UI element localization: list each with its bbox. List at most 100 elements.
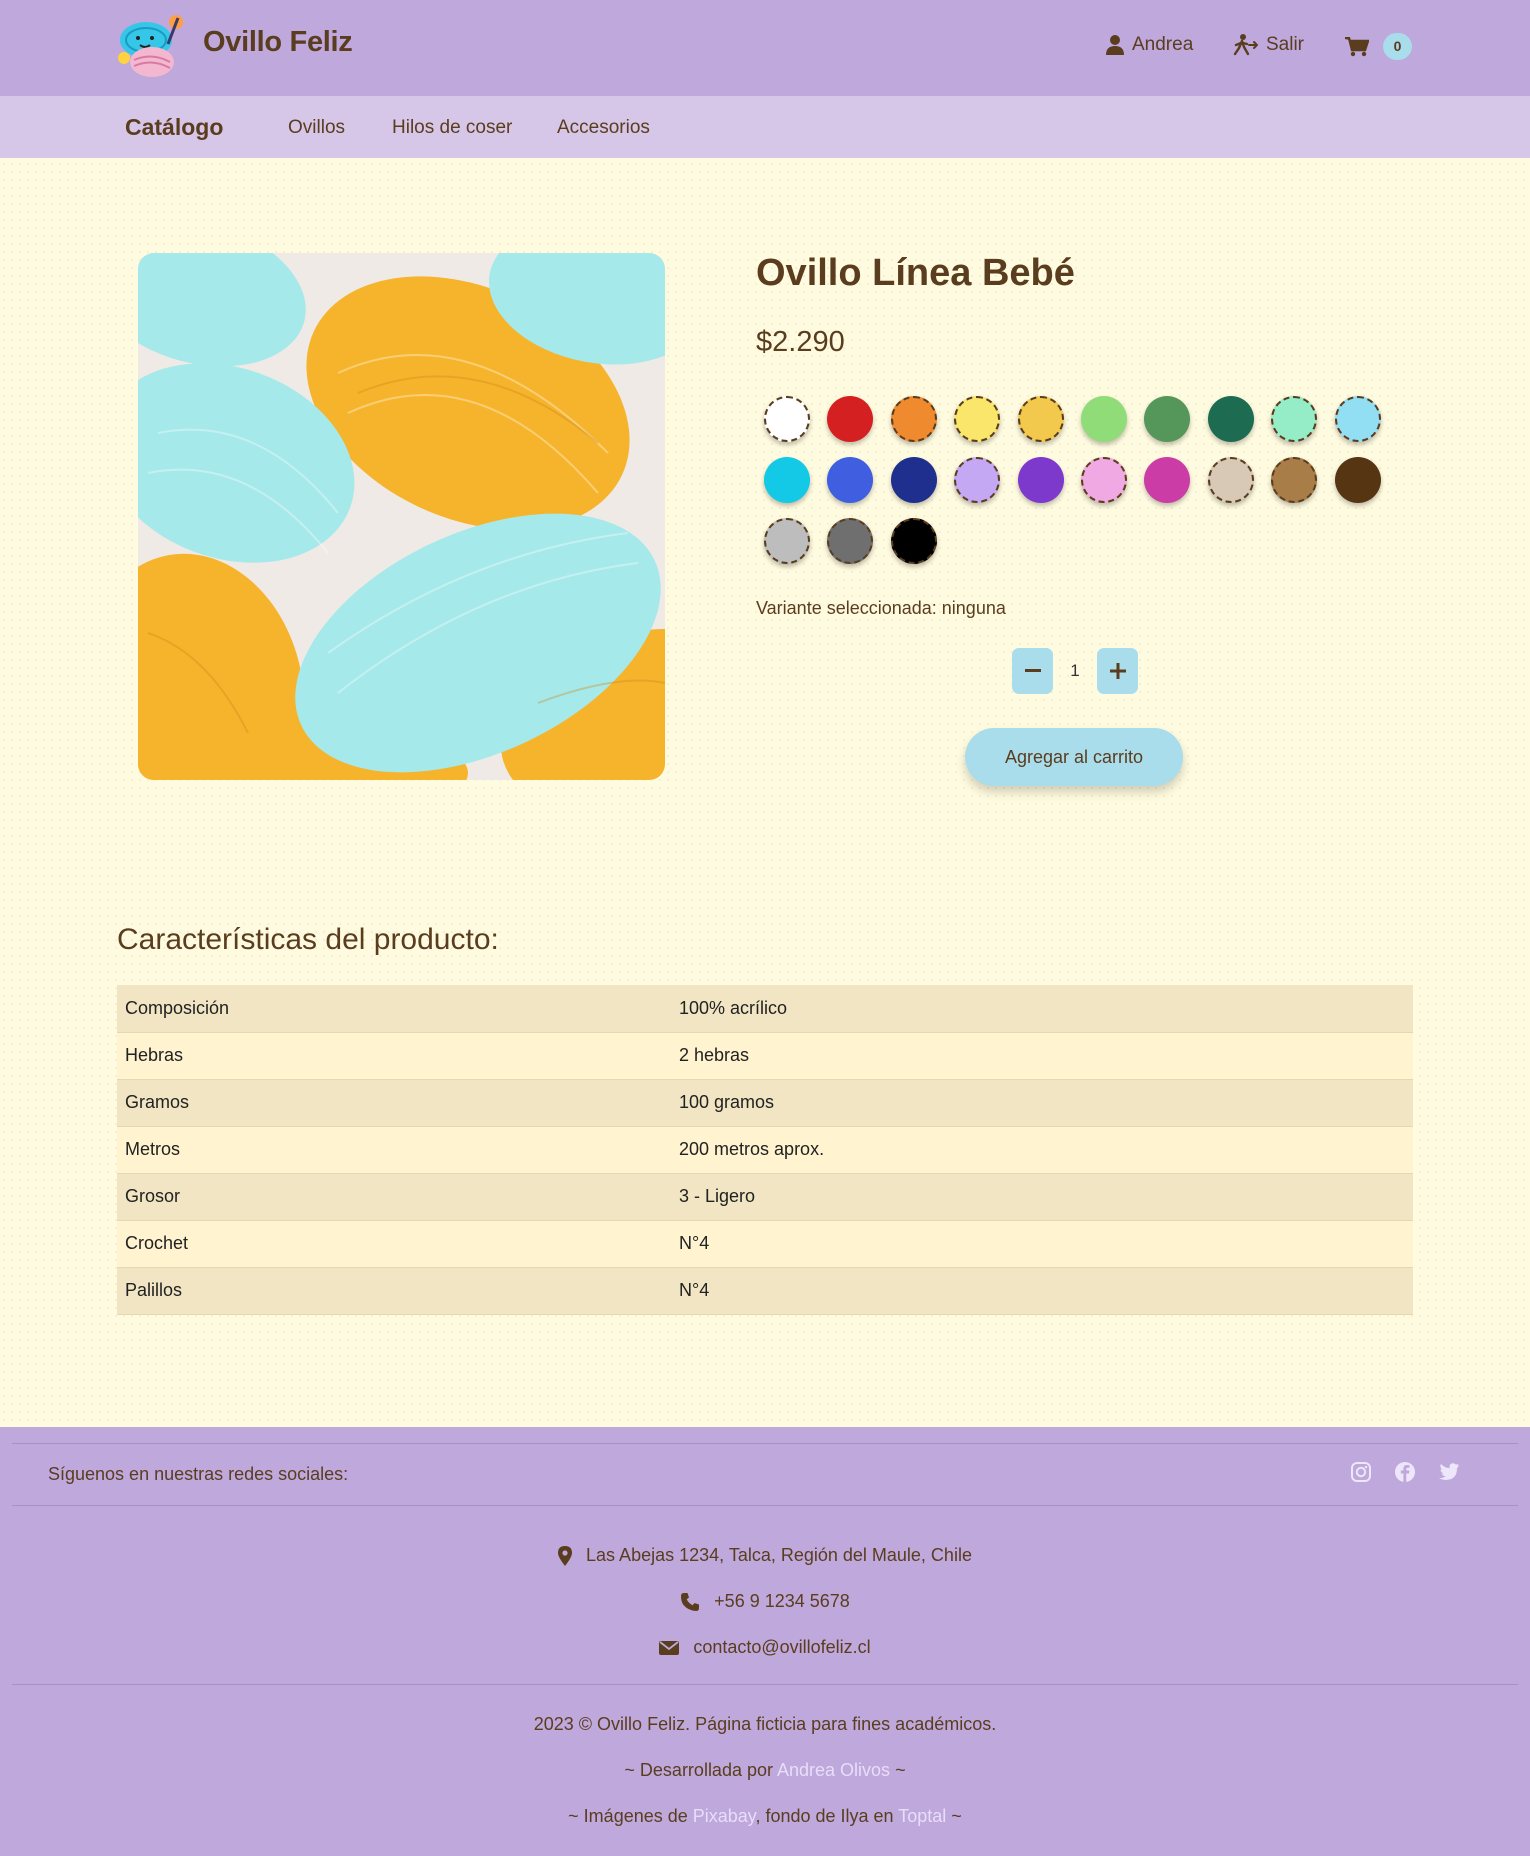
table-row: Palillos N°4 <box>117 1267 1413 1315</box>
characteristic-key: Composición <box>117 985 671 1033</box>
address-line: Las Abejas 1234, Talca, Región del Maule… <box>0 1545 1530 1566</box>
email-text[interactable]: contacto@ovillofeliz.cl <box>693 1637 870 1658</box>
table-row: Metros 200 metros aprox. <box>117 1126 1413 1174</box>
footer-divider <box>12 1505 1518 1506</box>
image-credit-suffix: ~ <box>946 1806 962 1826</box>
characteristic-key: Hebras <box>117 1032 671 1080</box>
user-account-link[interactable]: Andrea <box>1106 34 1193 56</box>
email-line: contacto@ovillofeliz.cl <box>0 1637 1530 1658</box>
characteristics-heading: Características del producto: <box>117 923 499 956</box>
quantity-stepper: 1 <box>1012 648 1138 694</box>
nav-link-hilos[interactable]: Hilos de coser <box>392 117 512 139</box>
image-credit-prefix: ~ Imágenes de <box>568 1806 693 1826</box>
color-swatch[interactable] <box>1271 457 1318 503</box>
color-swatch[interactable] <box>890 396 937 442</box>
instagram-icon[interactable] <box>1350 1461 1374 1485</box>
characteristic-key: Crochet <box>117 1220 671 1268</box>
top-header: Ovillo Feliz Andrea Salir 0 <box>0 0 1530 96</box>
color-swatch[interactable] <box>1207 457 1254 503</box>
brand-logo[interactable] <box>116 14 188 80</box>
color-swatch[interactable] <box>1144 457 1191 503</box>
color-swatch[interactable] <box>764 518 810 564</box>
logout-label: Salir <box>1266 34 1305 55</box>
color-swatch[interactable] <box>1271 396 1318 442</box>
product-title: Ovillo Línea Bebé <box>756 252 1075 294</box>
increase-quantity-button[interactable] <box>1097 648 1138 694</box>
color-swatch[interactable] <box>954 396 1001 442</box>
product-image <box>138 253 665 780</box>
logout-link[interactable]: Salir <box>1232 34 1304 56</box>
address-text: Las Abejas 1234, Talca, Región del Maule… <box>586 1545 972 1565</box>
cart-icon <box>1345 36 1369 56</box>
site-footer: Síguenos en nuestras redes sociales: Las… <box>0 1427 1530 1856</box>
developer-link[interactable]: Andrea Olivos <box>777 1760 890 1780</box>
characteristic-value: N°4 <box>671 1220 1413 1268</box>
characteristic-key: Metros <box>117 1126 671 1174</box>
pixabay-link[interactable]: Pixabay <box>693 1806 756 1826</box>
color-swatch[interactable] <box>954 457 1001 503</box>
phone-line: +56 9 1234 5678 <box>0 1591 1530 1612</box>
twitter-icon[interactable] <box>1438 1461 1462 1485</box>
color-swatch[interactable] <box>1144 396 1191 442</box>
plus-icon <box>1109 663 1126 679</box>
product-price: $2.290 <box>756 326 845 358</box>
color-swatch[interactable] <box>1207 396 1254 442</box>
logout-icon <box>1233 34 1258 56</box>
category-nav: Catálogo Ovillos Hilos de coser Accesori… <box>0 96 1530 158</box>
characteristic-value: N°4 <box>671 1267 1413 1315</box>
color-swatch[interactable] <box>827 518 874 564</box>
footer-divider <box>12 1443 1518 1444</box>
characteristic-value: 2 hebras <box>671 1032 1413 1080</box>
copyright-text: 2023 © Ovillo Feliz. Página ficticia par… <box>533 1714 997 1734</box>
characteristic-value: 3 - Ligero <box>671 1173 1413 1221</box>
table-row: Grosor 3 - Ligero <box>117 1173 1413 1221</box>
developer-credit-suffix: ~ <box>890 1760 906 1780</box>
color-swatch[interactable] <box>1334 457 1381 503</box>
color-swatch[interactable] <box>1081 396 1127 442</box>
toptal-link[interactable]: Toptal <box>898 1806 946 1826</box>
table-row: Gramos 100 gramos <box>117 1079 1413 1127</box>
characteristics-table: Composición 100% acrílico Hebras 2 hebras … <box>117 985 1413 1315</box>
image-credit: ~ Imágenes de Pixabay, fondo de Ilya en … <box>0 1806 1530 1827</box>
characteristic-key: Gramos <box>117 1079 671 1127</box>
nav-link-ovillos[interactable]: Ovillos <box>288 117 345 139</box>
minus-icon <box>1024 669 1041 672</box>
table-row: Composición 100% acrílico <box>117 985 1413 1033</box>
developer-credit-prefix: ~ Desarrollada por <box>624 1760 777 1780</box>
nav-link-accesorios[interactable]: Accesorios <box>557 117 650 139</box>
color-swatch[interactable] <box>890 518 937 564</box>
map-pin-icon <box>558 1545 573 1566</box>
quantity-value[interactable]: 1 <box>1053 661 1097 681</box>
facebook-icon[interactable] <box>1394 1461 1418 1485</box>
color-swatch[interactable] <box>1017 396 1064 442</box>
color-swatch[interactable] <box>890 457 937 503</box>
brand-name[interactable]: Ovillo Feliz <box>203 26 353 59</box>
developer-credit: ~ Desarrollada por Andrea Olivos ~ <box>0 1760 1530 1781</box>
add-to-cart-button[interactable]: Agregar al carrito <box>965 728 1183 786</box>
image-credit-middle: , fondo de Ilya en <box>755 1806 899 1826</box>
nav-catalog-title[interactable]: Catálogo <box>125 114 223 141</box>
user-name: Andrea <box>1132 34 1194 55</box>
phone-icon <box>681 1592 700 1611</box>
color-swatch[interactable] <box>1334 396 1381 442</box>
cart-button[interactable]: 0 <box>1345 33 1412 60</box>
social-icons <box>1350 1461 1462 1485</box>
table-row: Crochet N°4 <box>117 1220 1413 1268</box>
user-icon <box>1106 35 1124 55</box>
color-swatch[interactable] <box>1017 457 1064 503</box>
characteristic-key: Palillos <box>117 1267 671 1315</box>
characteristic-value: 100% acrílico <box>671 985 1413 1033</box>
color-swatch[interactable] <box>764 457 810 503</box>
characteristic-key: Grosor <box>117 1173 671 1221</box>
social-label: Síguenos en nuestras redes sociales: <box>48 1464 349 1484</box>
color-swatch[interactable] <box>827 457 874 503</box>
color-swatch[interactable] <box>764 396 810 442</box>
color-swatch[interactable] <box>1081 457 1127 503</box>
decrease-quantity-button[interactable] <box>1012 648 1053 694</box>
phone-text[interactable]: +56 9 1234 5678 <box>714 1591 850 1612</box>
selected-variant-text: Variante seleccionada: ninguna <box>756 598 1006 618</box>
characteristic-value: 200 metros aprox. <box>671 1126 1413 1174</box>
table-row: Hebras 2 hebras <box>117 1032 1413 1080</box>
envelope-icon <box>659 1640 680 1655</box>
color-swatch[interactable] <box>827 396 874 442</box>
